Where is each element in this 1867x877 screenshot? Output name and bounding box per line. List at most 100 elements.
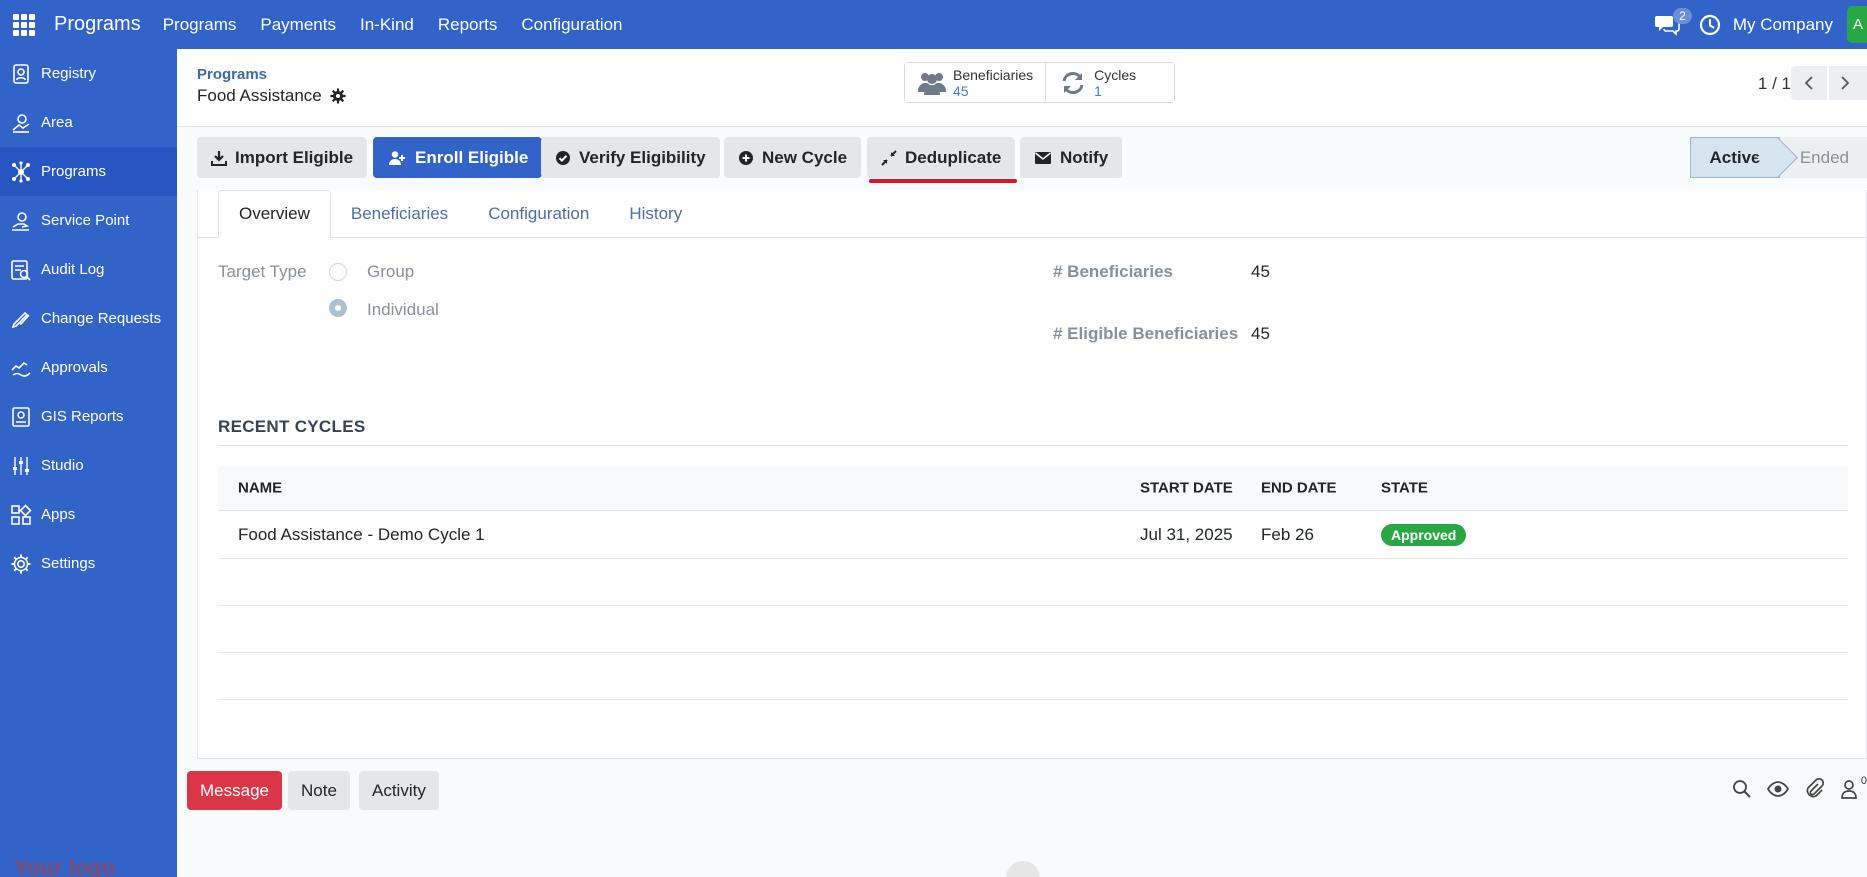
column-start-date[interactable]: START DATE — [1140, 480, 1233, 497]
tab-history[interactable]: History — [609, 190, 702, 238]
deduplicate-label: Deduplicate — [905, 147, 1002, 167]
send-message-button[interactable]: Message — [187, 771, 282, 810]
sidebar-item-label: Service Point — [41, 212, 130, 229]
table-header: NAME START DATE END DATE STATE — [218, 466, 1848, 511]
notebook-tabs: Overview Beneficiaries Configuration His… — [218, 190, 702, 238]
status-active[interactable]: Active — [1690, 137, 1780, 178]
tab-overview[interactable]: Overview — [218, 190, 331, 238]
column-end-date[interactable]: END DATE — [1261, 480, 1337, 497]
eligible-count-value: 45 — [1251, 324, 1270, 343]
notify-button[interactable]: Notify — [1020, 137, 1123, 178]
breadcrumb-current: Food Assistance — [197, 86, 346, 106]
annotation-underline — [869, 179, 1017, 183]
status-ended-label: Ended — [1799, 147, 1849, 167]
check-circle-icon — [556, 150, 570, 165]
table-row[interactable]: Food Assistance - Demo Cycle 1 Jul 31, 2… — [218, 511, 1848, 559]
new-cycle-button[interactable]: New Cycle — [724, 137, 862, 178]
user-avatar[interactable]: A — [1847, 6, 1867, 43]
cycle-start-date: Jul 31, 2025 — [1140, 524, 1233, 544]
messaging-icon[interactable]: 2 — [1654, 7, 1692, 38]
pager-next-button[interactable] — [1829, 66, 1867, 100]
audit-log-icon — [11, 259, 31, 281]
cycles-smart-button[interactable]: Cycles 1 — [1045, 63, 1175, 102]
breadcrumb-parent[interactable]: Programs — [197, 66, 267, 83]
sidebar-item-label: Programs — [41, 163, 107, 180]
sidebar-item-approvals[interactable]: Approvals — [0, 343, 177, 392]
cycles-stat-label: Cycles — [1094, 66, 1137, 83]
service-point-icon — [12, 211, 30, 231]
sidebar-item-label: GIS Reports — [41, 408, 124, 425]
menu-programs[interactable]: Programs — [163, 15, 237, 35]
menu-configuration[interactable]: Configuration — [521, 15, 622, 35]
network-icon — [12, 160, 30, 183]
tab-beneficiaries[interactable]: Beneficiaries — [331, 190, 468, 238]
column-name[interactable]: NAME — [238, 480, 282, 497]
deduplicate-button[interactable]: Deduplicate — [867, 137, 1016, 178]
status-active-label: Active — [1709, 147, 1761, 167]
tab-configuration[interactable]: Configuration — [468, 190, 609, 238]
status-bar: Active Ended — [1690, 137, 1867, 178]
radio-individual-label: Individual — [367, 300, 439, 319]
paperclip-icon[interactable] — [1803, 778, 1825, 800]
pager-previous-button[interactable] — [1791, 66, 1827, 100]
search-icon[interactable] — [1731, 778, 1753, 800]
top-navbar: Programs Programs Payments In-Kind Repor… — [0, 0, 1867, 49]
menu-reports[interactable]: Reports — [438, 15, 498, 35]
menu-in-kind[interactable]: In-Kind — [360, 15, 414, 35]
sidebar-item-programs[interactable]: Programs — [0, 147, 177, 196]
radio-group[interactable] — [329, 263, 347, 281]
action-bar: Import Eligible Enroll Eligible Verify E… — [177, 127, 1867, 190]
eye-icon[interactable] — [1766, 778, 1789, 800]
app-menu-icon[interactable] — [13, 13, 35, 36]
sidebar-item-apps[interactable]: Apps — [0, 490, 177, 539]
approval-icon — [11, 361, 31, 377]
log-note-button[interactable]: Note — [288, 771, 350, 810]
company-switcher[interactable]: My Company — [1733, 15, 1833, 35]
loading-indicator — [1006, 861, 1040, 877]
sidebar-item-registry[interactable]: Registry — [0, 49, 177, 98]
map-pin-person-icon — [12, 113, 30, 133]
chevron-left-icon — [1804, 76, 1813, 90]
verify-eligibility-button[interactable]: Verify Eligibility — [541, 137, 720, 178]
cycles-stat-value: 1 — [1094, 82, 1102, 99]
chatter-toolbar: 0 — [1717, 775, 1867, 800]
sidebar-item-label: Approvals — [41, 359, 108, 376]
sidebar-item-gis-reports[interactable]: GIS Reports — [0, 392, 177, 441]
activity-clock-icon[interactable] — [1699, 14, 1721, 36]
radio-individual[interactable] — [329, 299, 347, 317]
schedule-activity-button[interactable]: Activity — [359, 771, 439, 810]
followers-icon[interactable] — [1839, 778, 1861, 800]
column-state[interactable]: STATE — [1381, 480, 1428, 497]
sidebar-item-change-requests[interactable]: Change Requests — [0, 294, 177, 343]
sidebar-item-audit-log[interactable]: Audit Log — [0, 245, 177, 294]
pager-value[interactable]: 1 / 1 — [1758, 74, 1791, 94]
beneficiaries-count-label: # Beneficiaries — [1053, 262, 1174, 281]
messaging-badge: 2 — [1673, 7, 1692, 24]
beneficiaries-stat-value: 45 — [953, 82, 969, 99]
radio-group-label: Group — [367, 262, 415, 281]
chevron-right-icon — [1841, 76, 1850, 90]
refresh-icon — [1062, 71, 1084, 94]
menu-payments[interactable]: Payments — [260, 15, 336, 35]
notify-label: Notify — [1060, 147, 1109, 167]
sidebar-item-settings[interactable]: Settings — [0, 539, 177, 588]
sidebar-item-service-point[interactable]: Service Point — [0, 196, 177, 245]
sidebar-item-area[interactable]: Area — [0, 98, 177, 147]
import-eligible-label: Import Eligible — [235, 147, 354, 167]
user-plus-icon — [389, 150, 405, 165]
enroll-eligible-button[interactable]: Enroll Eligible — [373, 137, 543, 178]
record-gear-icon[interactable] — [330, 88, 346, 104]
beneficiaries-smart-button[interactable]: Beneficiaries 45 — [905, 63, 1046, 102]
recent-cycles-title: RECENT CYCLES — [218, 417, 366, 436]
top-menu: Programs Payments In-Kind Reports Config… — [163, 15, 647, 35]
sidebar-item-label: Audit Log — [41, 261, 105, 278]
import-eligible-button[interactable]: Import Eligible — [197, 137, 368, 178]
eligible-count-label: # Eligible Beneficiaries — [1053, 324, 1239, 343]
sidebar-item-studio[interactable]: Studio — [0, 441, 177, 490]
record-title: Food Assistance — [197, 86, 322, 105]
app-brand[interactable]: Programs — [54, 13, 141, 36]
section-divider — [218, 445, 1848, 446]
beneficiaries-count-value: 45 — [1251, 262, 1270, 281]
verify-eligibility-label: Verify Eligibility — [579, 147, 706, 167]
gear-icon — [11, 554, 31, 573]
